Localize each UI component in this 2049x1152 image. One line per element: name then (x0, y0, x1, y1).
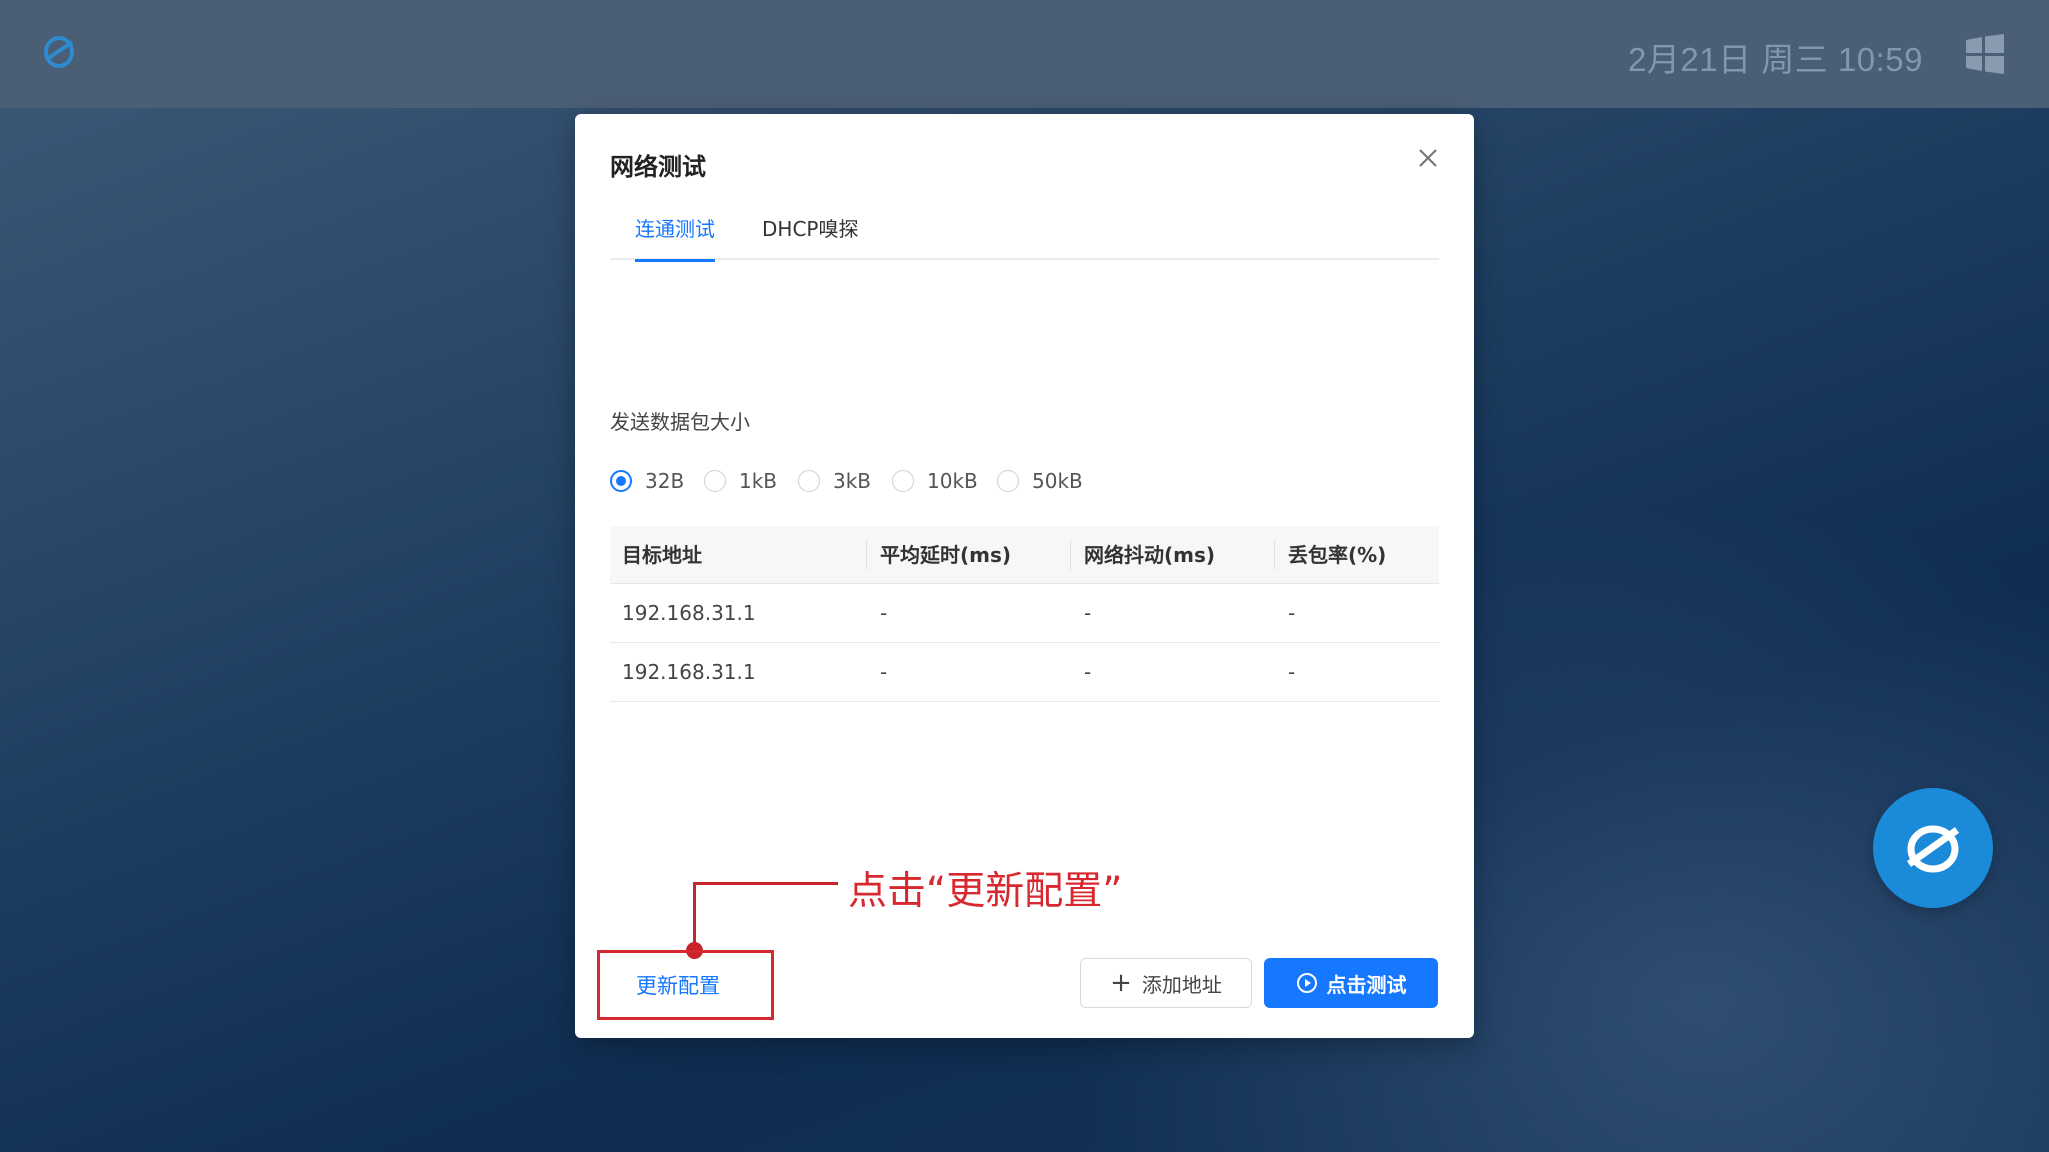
results-table: 目标地址 平均延时(ms) 网络抖动(ms) 丢包率(%) 192.168.31… (610, 526, 1439, 702)
table-row: 192.168.31.1 - - - (610, 643, 1439, 702)
radio-circle (997, 470, 1019, 492)
header-jitter: 网络抖动(ms) (1084, 543, 1216, 567)
add-address-button[interactable]: + 添加地址 (1080, 958, 1252, 1008)
radio-50kb[interactable]: 50kB (997, 466, 1083, 496)
tab-connectivity-test[interactable]: 连通测试 (635, 204, 715, 262)
packet-size-label: 发送数据包大小 (610, 410, 750, 434)
cell-packet-loss: - (1288, 660, 1296, 684)
cell-packet-loss: - (1288, 601, 1296, 625)
header-divider (866, 540, 867, 570)
close-icon[interactable] (1416, 146, 1440, 170)
cell-avg-latency: - (880, 601, 888, 625)
radio-label: 32B (645, 469, 685, 493)
radio-label: 50kB (1032, 469, 1083, 493)
annotation-connector (693, 882, 838, 885)
radio-label: 3kB (833, 469, 872, 493)
plus-icon: + (1110, 968, 1132, 998)
cell-avg-latency: - (880, 660, 888, 684)
dialog-title: 网络测试 (610, 153, 706, 181)
play-circle-icon (1296, 973, 1317, 993)
cell-jitter: - (1084, 660, 1092, 684)
radio-circle (610, 470, 632, 492)
radio-10kb[interactable]: 10kB (892, 466, 978, 496)
radio-circle (704, 470, 726, 492)
cell-target-address: 192.168.31.1 (622, 660, 756, 684)
tab-bar: 连通测试 DHCP嗅探 (610, 204, 1439, 262)
header-packet-loss: 丢包率(%) (1288, 543, 1387, 567)
header-divider (1274, 540, 1275, 570)
start-test-label: 点击测试 (1326, 972, 1407, 997)
radio-label: 1kB (739, 469, 778, 493)
tab-dhcp-sniff[interactable]: DHCP嗅探 (762, 204, 858, 260)
table-header: 目标地址 平均延时(ms) 网络抖动(ms) 丢包率(%) (610, 526, 1439, 584)
radio-32b[interactable]: 32B (610, 466, 684, 496)
windows-icon[interactable] (1964, 33, 2006, 75)
clock: 2月21日 周三 10:59 (1628, 41, 1923, 78)
start-test-button[interactable]: 点击测试 (1264, 958, 1438, 1008)
assistant-button[interactable] (1873, 788, 1993, 908)
annotation-highlight-box (597, 950, 774, 1020)
cell-jitter: - (1084, 601, 1092, 625)
cell-target-address: 192.168.31.1 (622, 601, 756, 625)
radio-3kb[interactable]: 3kB (798, 466, 871, 496)
radio-label: 10kB (927, 469, 978, 493)
header-divider (1070, 540, 1071, 570)
top-bar: 2月21日 周三 10:59 (0, 0, 2049, 108)
table-row: 192.168.31.1 - - - (610, 584, 1439, 643)
radio-circle (798, 470, 820, 492)
add-address-label: 添加地址 (1141, 972, 1222, 997)
radio-circle (892, 470, 914, 492)
assistant-logo-icon (1906, 825, 1960, 873)
annotation-text: 点击“更新配置” (848, 869, 1123, 914)
radio-1kb[interactable]: 1kB (704, 466, 777, 496)
app-logo-icon[interactable] (38, 30, 80, 72)
header-target-address: 目标地址 (622, 543, 702, 567)
header-avg-latency: 平均延时(ms) (880, 543, 1012, 567)
